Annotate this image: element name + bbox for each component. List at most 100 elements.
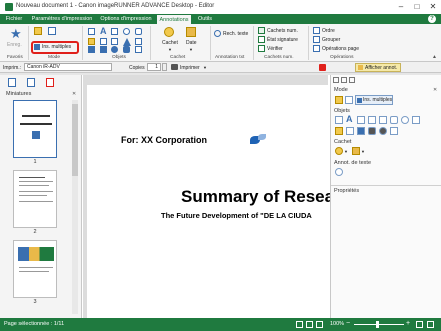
search-text-icon[interactable]: [335, 168, 343, 176]
circle-icon[interactable]: [123, 28, 130, 35]
marker-icon[interactable]: [88, 46, 95, 53]
text-box-icon[interactable]: [357, 116, 365, 124]
printer-icon[interactable]: [171, 64, 178, 70]
verifier-button[interactable]: Vérifier: [267, 46, 283, 52]
rounded-rect-icon[interactable]: [135, 28, 142, 35]
tab-annotations[interactable]: Annotations: [156, 14, 192, 24]
dropdown-arrow-icon[interactable]: ▼: [168, 47, 172, 52]
polygon-icon[interactable]: [135, 38, 142, 45]
show-annotations-button[interactable]: Afficher annot.: [355, 63, 401, 72]
add-page-icon[interactable]: [8, 78, 16, 87]
text-cursor-icon[interactable]: [345, 96, 353, 104]
zoom-slider-thumb[interactable]: [376, 321, 379, 328]
signature-status-icon[interactable]: [258, 36, 265, 43]
date-button[interactable]: Date: [186, 40, 197, 46]
document-page[interactable]: For: XX Corporation Summary of Resea The…: [87, 85, 335, 318]
copies-input[interactable]: 1: [147, 63, 161, 71]
dropdown-arrow-icon[interactable]: ▼: [203, 65, 207, 70]
polygon-icon[interactable]: [412, 116, 420, 124]
line-icon[interactable]: [368, 116, 376, 124]
etat-signature-button[interactable]: État signature: [267, 37, 298, 43]
fill-rounded-icon[interactable]: [123, 46, 130, 53]
annotation-icon[interactable]: [319, 64, 326, 71]
triangle-icon[interactable]: [123, 38, 131, 46]
dropdown-arrow-icon[interactable]: ▼: [344, 149, 348, 154]
tab-options-impression[interactable]: Options d'impression: [98, 14, 154, 24]
date-stamp-icon[interactable]: [352, 147, 360, 155]
help-button[interactable]: ?: [428, 15, 436, 23]
zoom-out-button[interactable]: −: [346, 320, 350, 327]
dropdown-arrow-icon[interactable]: ▼: [361, 149, 365, 154]
view-mode-icon[interactable]: [306, 321, 313, 328]
tab-fichier[interactable]: Fichier: [2, 14, 26, 24]
fill-rect-icon[interactable]: [100, 46, 107, 53]
freehand-icon[interactable]: [390, 127, 398, 135]
page-icon[interactable]: [27, 78, 35, 87]
star-icon[interactable]: ★: [10, 27, 22, 40]
ins-multiples-button[interactable]: Ins. multiples: [34, 44, 77, 52]
scrollbar-thumb[interactable]: [72, 104, 78, 176]
pen-icon[interactable]: [88, 28, 95, 35]
pen-icon[interactable]: [335, 116, 343, 124]
order-icon[interactable]: [313, 27, 320, 34]
cachet-button[interactable]: Cachet: [162, 40, 178, 46]
page-thumbnail[interactable]: [13, 100, 57, 158]
page-thumbnail[interactable]: [13, 240, 57, 298]
marker-icon[interactable]: [346, 127, 354, 135]
search-text-icon[interactable]: [214, 30, 221, 37]
grouper-button[interactable]: Grouper: [322, 37, 340, 43]
note-icon[interactable]: [88, 38, 95, 45]
cachets-num-button[interactable]: Cachets num.: [267, 28, 298, 34]
delete-page-icon[interactable]: [46, 78, 54, 87]
panel-close-icon[interactable]: ✕: [433, 87, 437, 93]
date-stamp-icon[interactable]: [186, 27, 196, 37]
copies-spinner[interactable]: [162, 63, 167, 71]
minimize-button[interactable]: –: [393, 0, 409, 14]
note-icon[interactable]: [335, 127, 343, 135]
group-icon[interactable]: [313, 36, 320, 43]
close-button[interactable]: ✕: [425, 0, 441, 14]
fill-rounded-icon[interactable]: [368, 127, 376, 135]
rech-texte-button[interactable]: Rech. texte: [223, 31, 248, 37]
freehand-icon[interactable]: [135, 46, 142, 53]
stamp-icon[interactable]: [164, 27, 174, 37]
maximize-button[interactable]: □: [409, 0, 425, 14]
fit-width-icon[interactable]: [427, 321, 434, 328]
view-mode-icon[interactable]: [296, 321, 303, 328]
panel-control-icon[interactable]: [341, 77, 347, 83]
printer-select[interactable]: Canon iR-ADV: [24, 63, 112, 71]
select-icon[interactable]: [34, 27, 42, 35]
ordre-button[interactable]: Ordre: [322, 28, 335, 34]
rectangle-icon[interactable]: [111, 28, 118, 35]
panel-control-icon[interactable]: [333, 77, 339, 83]
thumbnail-panel-close-icon[interactable]: ✕: [72, 91, 76, 97]
text-a-icon[interactable]: A: [346, 114, 353, 124]
fill-circle-icon[interactable]: [111, 46, 118, 53]
line-icon[interactable]: [111, 38, 118, 45]
rectangle-icon[interactable]: [379, 116, 387, 124]
zoom-slider-track[interactable]: [354, 324, 404, 325]
page-thumbnail[interactable]: [13, 170, 57, 228]
fill-circle-icon[interactable]: [379, 127, 387, 135]
fill-rect-icon[interactable]: [357, 127, 365, 135]
stamp-icon[interactable]: [335, 147, 343, 155]
thumbnail-scrollbar[interactable]: [72, 100, 78, 314]
circle-icon[interactable]: [401, 116, 409, 124]
tab-parametres-impression[interactable]: Paramètres d'impression: [28, 14, 96, 24]
fit-page-icon[interactable]: [416, 321, 423, 328]
view-mode-icon[interactable]: [316, 321, 323, 328]
select-icon[interactable]: [335, 96, 343, 104]
page-operations-icon[interactable]: [313, 45, 320, 52]
imprimer-button[interactable]: Imprimer: [180, 65, 200, 71]
dropdown-arrow-icon[interactable]: ▼: [189, 47, 193, 52]
collapse-ribbon-icon[interactable]: ▲: [432, 54, 437, 60]
zoom-in-button[interactable]: +: [406, 320, 410, 327]
rounded-rect-icon[interactable]: [390, 116, 398, 124]
tab-outils[interactable]: Outils: [194, 14, 216, 24]
ins-multiples-button[interactable]: Ins. multiples: [355, 95, 393, 105]
text-cursor-icon[interactable]: [48, 27, 56, 35]
digital-stamp-icon[interactable]: [258, 27, 265, 34]
text-a-icon[interactable]: A: [100, 26, 107, 36]
verify-icon[interactable]: [258, 45, 265, 52]
text-box-icon[interactable]: [100, 38, 107, 45]
